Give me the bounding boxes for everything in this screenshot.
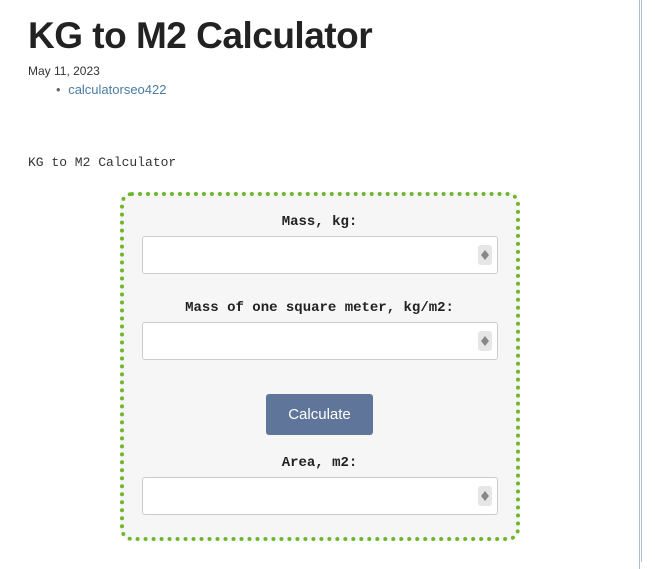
page-title: KG to M2 Calculator: [28, 0, 611, 58]
area-label: Area, m2:: [142, 455, 498, 471]
area-input[interactable]: [142, 477, 498, 515]
right-divider: [641, 0, 655, 562]
bullet-icon: •: [56, 82, 61, 97]
calculator-panel: Mass, kg: Mass of one square meter, kg/m…: [120, 192, 520, 541]
calculator-heading: KG to M2 Calculator: [28, 155, 611, 170]
mass-label: Mass, kg:: [142, 214, 498, 230]
density-label: Mass of one square meter, kg/m2:: [142, 300, 498, 316]
calculate-button[interactable]: Calculate: [266, 394, 373, 435]
author-link[interactable]: calculatorseo422: [68, 82, 166, 97]
density-input[interactable]: [142, 322, 498, 360]
post-date: May 11, 2023: [28, 64, 611, 78]
mass-input[interactable]: [142, 236, 498, 274]
